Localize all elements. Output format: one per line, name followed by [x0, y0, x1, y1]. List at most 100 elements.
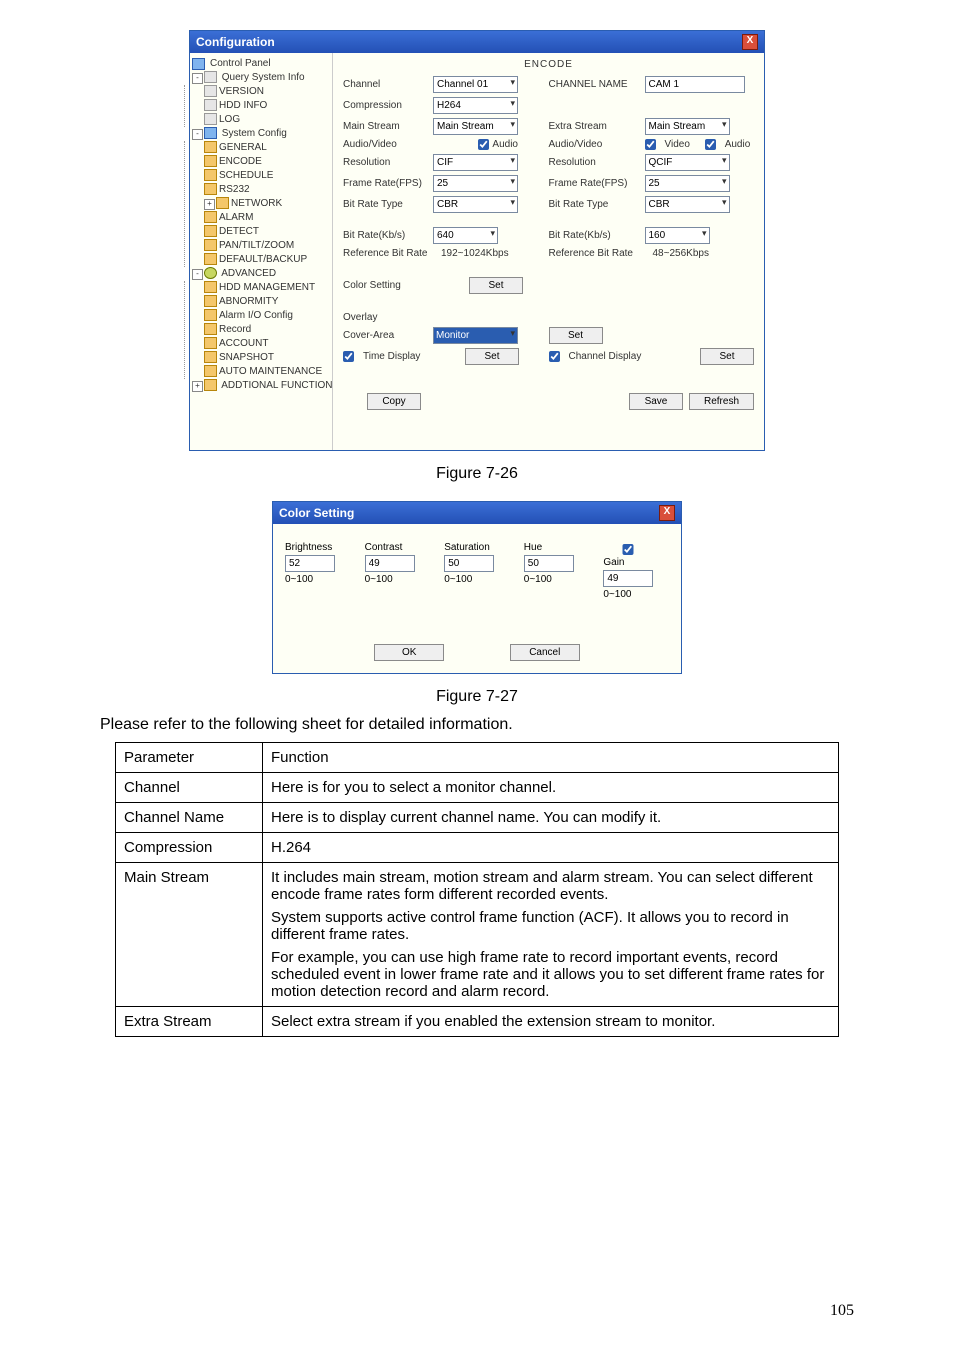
table-row: Compression H.264: [116, 833, 839, 863]
tree-abnorm[interactable]: ABNORMITY: [219, 296, 278, 307]
label-timedisplay: Time Display: [363, 351, 435, 362]
ref-value-l: 192~1024Kbps: [441, 248, 509, 259]
folder-icon: [216, 197, 229, 209]
folder-icon: [204, 169, 217, 181]
table-row: Extra Stream Select extra stream if you …: [116, 1007, 839, 1037]
file-icon: [204, 113, 217, 125]
expander-icon[interactable]: -: [192, 129, 203, 140]
label-br-l: Bit Rate(Kb/s): [343, 230, 427, 241]
tree-log[interactable]: LOG: [219, 114, 240, 125]
resolution-select-r[interactable]: [645, 154, 730, 171]
channel-display-checkbox[interactable]: [549, 351, 560, 362]
expander-icon[interactable]: -: [192, 269, 203, 280]
parameter-table: Parameter Function Channel Here is for y…: [115, 742, 839, 1037]
fps-select-l[interactable]: [433, 175, 518, 192]
coverarea-select[interactable]: Monitor: [433, 327, 518, 344]
fps-select-r[interactable]: [645, 175, 730, 192]
label-brightness: Brightness: [285, 542, 351, 553]
tree-hddinfo[interactable]: HDD INFO: [219, 100, 267, 111]
expander-icon[interactable]: -: [192, 73, 203, 84]
tree-hddm[interactable]: HDD MANAGEMENT: [219, 282, 315, 293]
resolution-select-l[interactable]: [433, 154, 518, 171]
range-text: 0~100: [365, 574, 431, 585]
tree-ptz[interactable]: PAN/TILT/ZOOM: [219, 240, 294, 251]
brightness-input[interactable]: [285, 555, 335, 572]
tree-sysconfig[interactable]: System Config: [222, 128, 287, 139]
compression-select[interactable]: [433, 97, 518, 114]
bitrate-select-r[interactable]: [645, 227, 710, 244]
table-cell-param: Compression: [116, 833, 263, 863]
range-text: 0~100: [524, 574, 590, 585]
coverarea-set-button[interactable]: Set: [549, 327, 603, 344]
label-ref-l: Reference Bit Rate: [343, 248, 435, 259]
table-cell-func: Select extra stream if you enabled the e…: [263, 1007, 839, 1037]
close-icon[interactable]: X: [742, 34, 758, 50]
tree-record[interactable]: Record: [219, 324, 251, 335]
cancel-button[interactable]: Cancel: [510, 644, 580, 661]
brt-select-r[interactable]: [645, 196, 730, 213]
tree-version[interactable]: VERSION: [219, 86, 264, 97]
color-setting-titlebar: Color Setting X: [273, 502, 681, 524]
expander-icon[interactable]: +: [192, 381, 203, 392]
refresh-button[interactable]: Refresh: [689, 393, 754, 410]
figure-caption-2: Figure 7-27: [100, 688, 854, 706]
tree-schedule[interactable]: SCHEDULE: [219, 170, 273, 181]
label-saturation: Saturation: [444, 542, 510, 553]
intro-text: Please refer to the following sheet for …: [100, 716, 854, 734]
label-extra-stream: Extra Stream: [549, 121, 639, 132]
tree-account[interactable]: ACCOUNT: [219, 338, 268, 349]
brt-select-l[interactable]: [433, 196, 518, 213]
tree-query[interactable]: Query System Info: [222, 72, 305, 83]
save-button[interactable]: Save: [629, 393, 683, 410]
tree-detect[interactable]: DETECT: [219, 226, 259, 237]
table-header-parameter: Parameter: [116, 743, 263, 773]
video-checkbox-right[interactable]: [645, 139, 656, 150]
audio-checkbox-right[interactable]: [705, 139, 716, 150]
label-compression: Compression: [343, 100, 427, 111]
color-set-button[interactable]: Set: [469, 277, 523, 294]
main-stream-select[interactable]: [433, 118, 518, 135]
saturation-input[interactable]: [444, 555, 494, 572]
tree-backup[interactable]: DEFAULT/BACKUP: [219, 254, 307, 265]
tree-addfunc[interactable]: ADDTIONAL FUNCTION: [221, 380, 332, 391]
bitrate-select-l[interactable]: [433, 227, 498, 244]
gain-checkbox[interactable]: [603, 544, 653, 555]
folder-icon: [204, 155, 217, 167]
channel-select[interactable]: [433, 76, 518, 93]
tree-automaint[interactable]: AUTO MAINTENANCE: [219, 366, 322, 377]
tree-alarmio[interactable]: Alarm I/O Config: [219, 310, 293, 321]
label-hue: Hue: [524, 542, 590, 553]
tree-rs232[interactable]: RS232: [219, 184, 250, 195]
tree-advanced[interactable]: ADVANCED: [221, 268, 276, 279]
folder-icon: [204, 379, 217, 391]
table-cell-param: Channel: [116, 773, 263, 803]
folder-icon: [204, 225, 217, 237]
label-resolution-l: Resolution: [343, 157, 427, 168]
tree-network[interactable]: NETWORK: [231, 198, 282, 209]
section-title: ENCODE: [343, 59, 754, 70]
extra-stream-select[interactable]: [645, 118, 730, 135]
tree-general[interactable]: GENERAL: [219, 142, 267, 153]
time-set-button[interactable]: Set: [465, 348, 519, 365]
ref-value-r: 48~256Kbps: [653, 248, 709, 259]
configuration-window: Configuration X Control Panel - Query Sy…: [189, 30, 765, 451]
contrast-input[interactable]: [365, 555, 415, 572]
tree-snapshot[interactable]: SNAPSHOT: [219, 352, 274, 363]
tree-control-panel[interactable]: Control Panel: [210, 57, 271, 71]
label-av-right: Audio/Video: [549, 139, 639, 150]
hue-input[interactable]: [524, 555, 574, 572]
copy-button[interactable]: Copy: [367, 393, 421, 410]
label-colorsetting: Color Setting: [343, 280, 427, 291]
audio-checkbox-left[interactable]: [478, 139, 489, 150]
ok-button[interactable]: OK: [374, 644, 444, 661]
channel-name-input[interactable]: [645, 76, 745, 93]
channel-set-button[interactable]: Set: [700, 348, 754, 365]
close-icon[interactable]: X: [659, 505, 675, 521]
expander-icon[interactable]: +: [204, 199, 215, 210]
window-title: Color Setting: [279, 506, 354, 520]
tree-alarm[interactable]: ALARM: [219, 212, 253, 223]
tree-encode[interactable]: ENCODE: [219, 156, 262, 167]
gain-input[interactable]: [603, 570, 653, 587]
time-display-checkbox[interactable]: [343, 351, 354, 362]
system-icon: [204, 127, 217, 139]
